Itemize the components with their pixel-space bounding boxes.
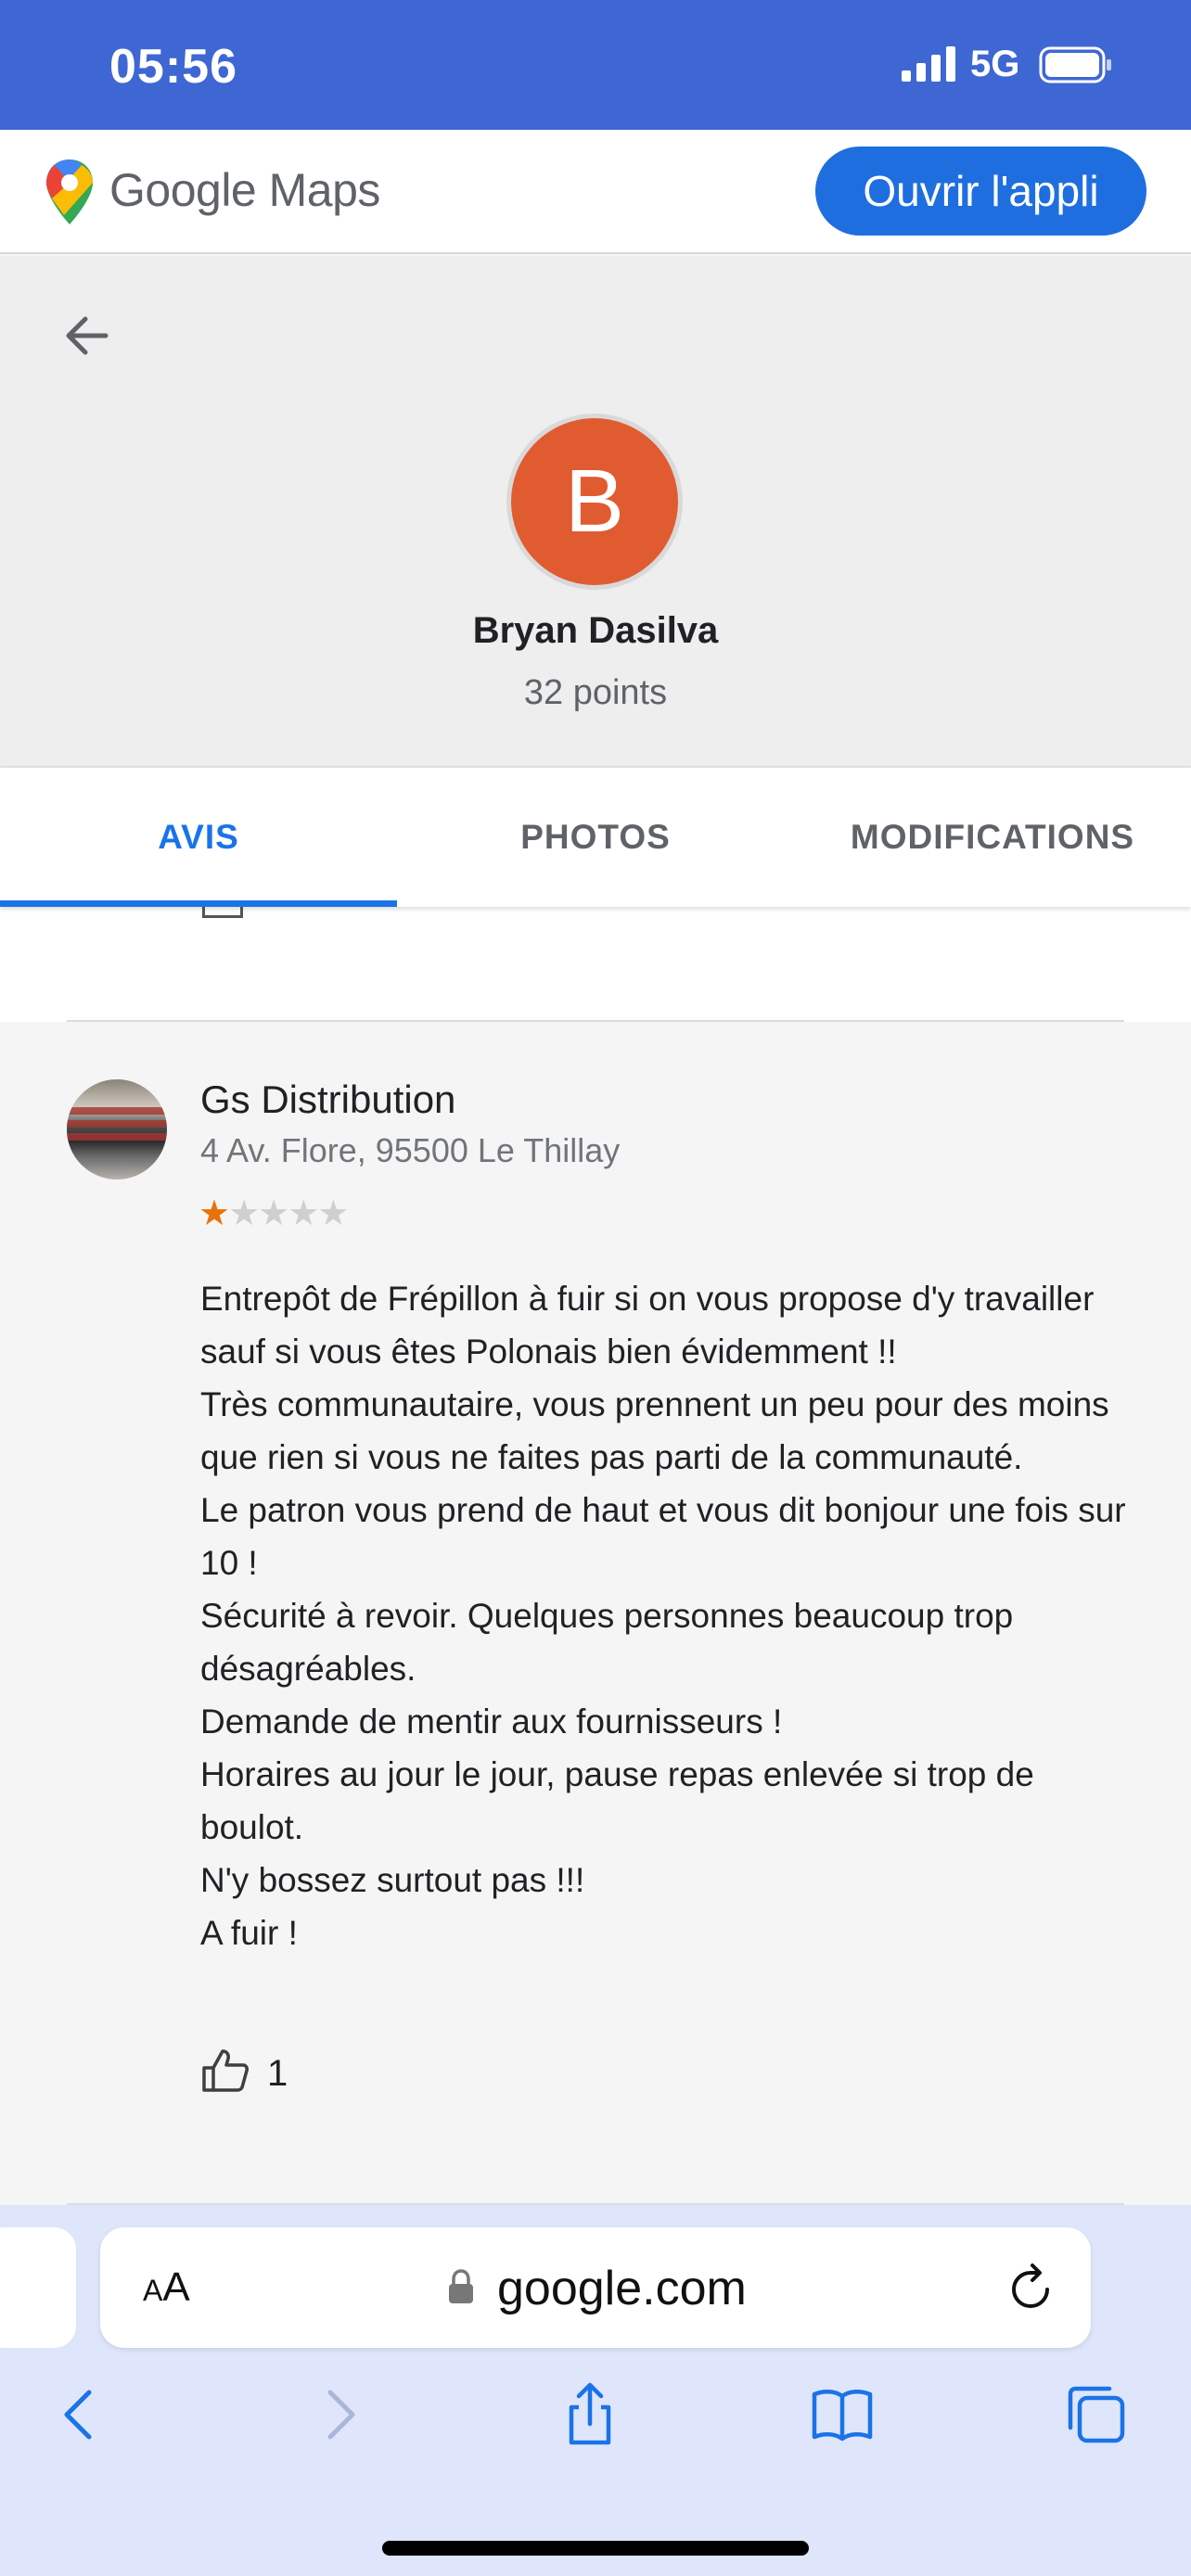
status-time: 05:56	[109, 40, 237, 94]
thumb-up-icon[interactable]	[200, 2047, 250, 2094]
url-text[interactable]: google.com	[497, 2261, 747, 2316]
tab-bar: AVIS PHOTOS MODIFICATIONS	[0, 766, 1191, 907]
place-address: 4 Av. Flore, 95500 Le Thillay	[200, 1131, 621, 1169]
thumb-up-icon	[202, 907, 243, 918]
home-indicator	[382, 2541, 809, 2556]
tab-modifications[interactable]: MODIFICATIONS	[794, 768, 1191, 907]
signal-icon	[902, 46, 955, 82]
lock-icon	[449, 2269, 473, 2303]
reload-icon[interactable]	[1004, 2261, 1057, 2315]
star-icon: ★	[258, 1194, 289, 1233]
star-rating: ★★★★★	[198, 1192, 349, 1234]
tab-avis[interactable]: AVIS	[0, 768, 397, 907]
battery-icon	[1039, 46, 1111, 83]
tab-photos[interactable]: PHOTOS	[397, 768, 794, 907]
network-type: 5G	[970, 44, 1020, 84]
address-bar[interactable]: AA google.com	[100, 2227, 1091, 2348]
open-app-button[interactable]: Ouvrir l'appli	[815, 147, 1146, 236]
text-size-button[interactable]: AA	[143, 2264, 190, 2311]
profile-points: 32 points	[523, 673, 668, 712]
review-text: Entrepôt de Frépillon à fuir si on vous …	[200, 1280, 1126, 1952]
tabs-icon[interactable]	[1063, 2381, 1130, 2448]
google-maps-logo-text: Google Maps	[109, 164, 380, 216]
review-card: Gs Distribution 4 Av. Flore, 95500 Le Th…	[0, 1022, 1191, 2205]
star-icon: ★	[228, 1194, 260, 1233]
book-icon[interactable]	[809, 2381, 876, 2448]
profile-name: Bryan Dasilva	[472, 610, 719, 651]
previous-tab-card[interactable]	[0, 2227, 76, 2348]
avatar: B	[506, 414, 683, 590]
status-bar: 05:56 5G	[0, 0, 1191, 130]
star-icon: ★	[288, 1194, 319, 1233]
previous-review-remnant	[0, 907, 1191, 1022]
chevron-right-icon[interactable]	[306, 2381, 373, 2448]
share-icon[interactable]	[557, 2381, 623, 2448]
like-count: 1	[267, 2053, 288, 2094]
maps-header: Google Maps Ouvrir l'appli	[0, 130, 1191, 254]
arrow-left-icon[interactable]	[59, 308, 115, 363]
profile-section: B Bryan Dasilva 32 points	[0, 256, 1191, 766]
place-name[interactable]: Gs Distribution	[200, 1078, 455, 1122]
place-thumbnail[interactable]	[67, 1079, 167, 1180]
browser-toolbar: AA google.com	[0, 2205, 1191, 2576]
google-maps-pin-icon	[46, 159, 93, 224]
star-icon: ★	[198, 1194, 230, 1233]
star-icon: ★	[317, 1194, 349, 1233]
chevron-left-icon[interactable]	[46, 2381, 113, 2448]
